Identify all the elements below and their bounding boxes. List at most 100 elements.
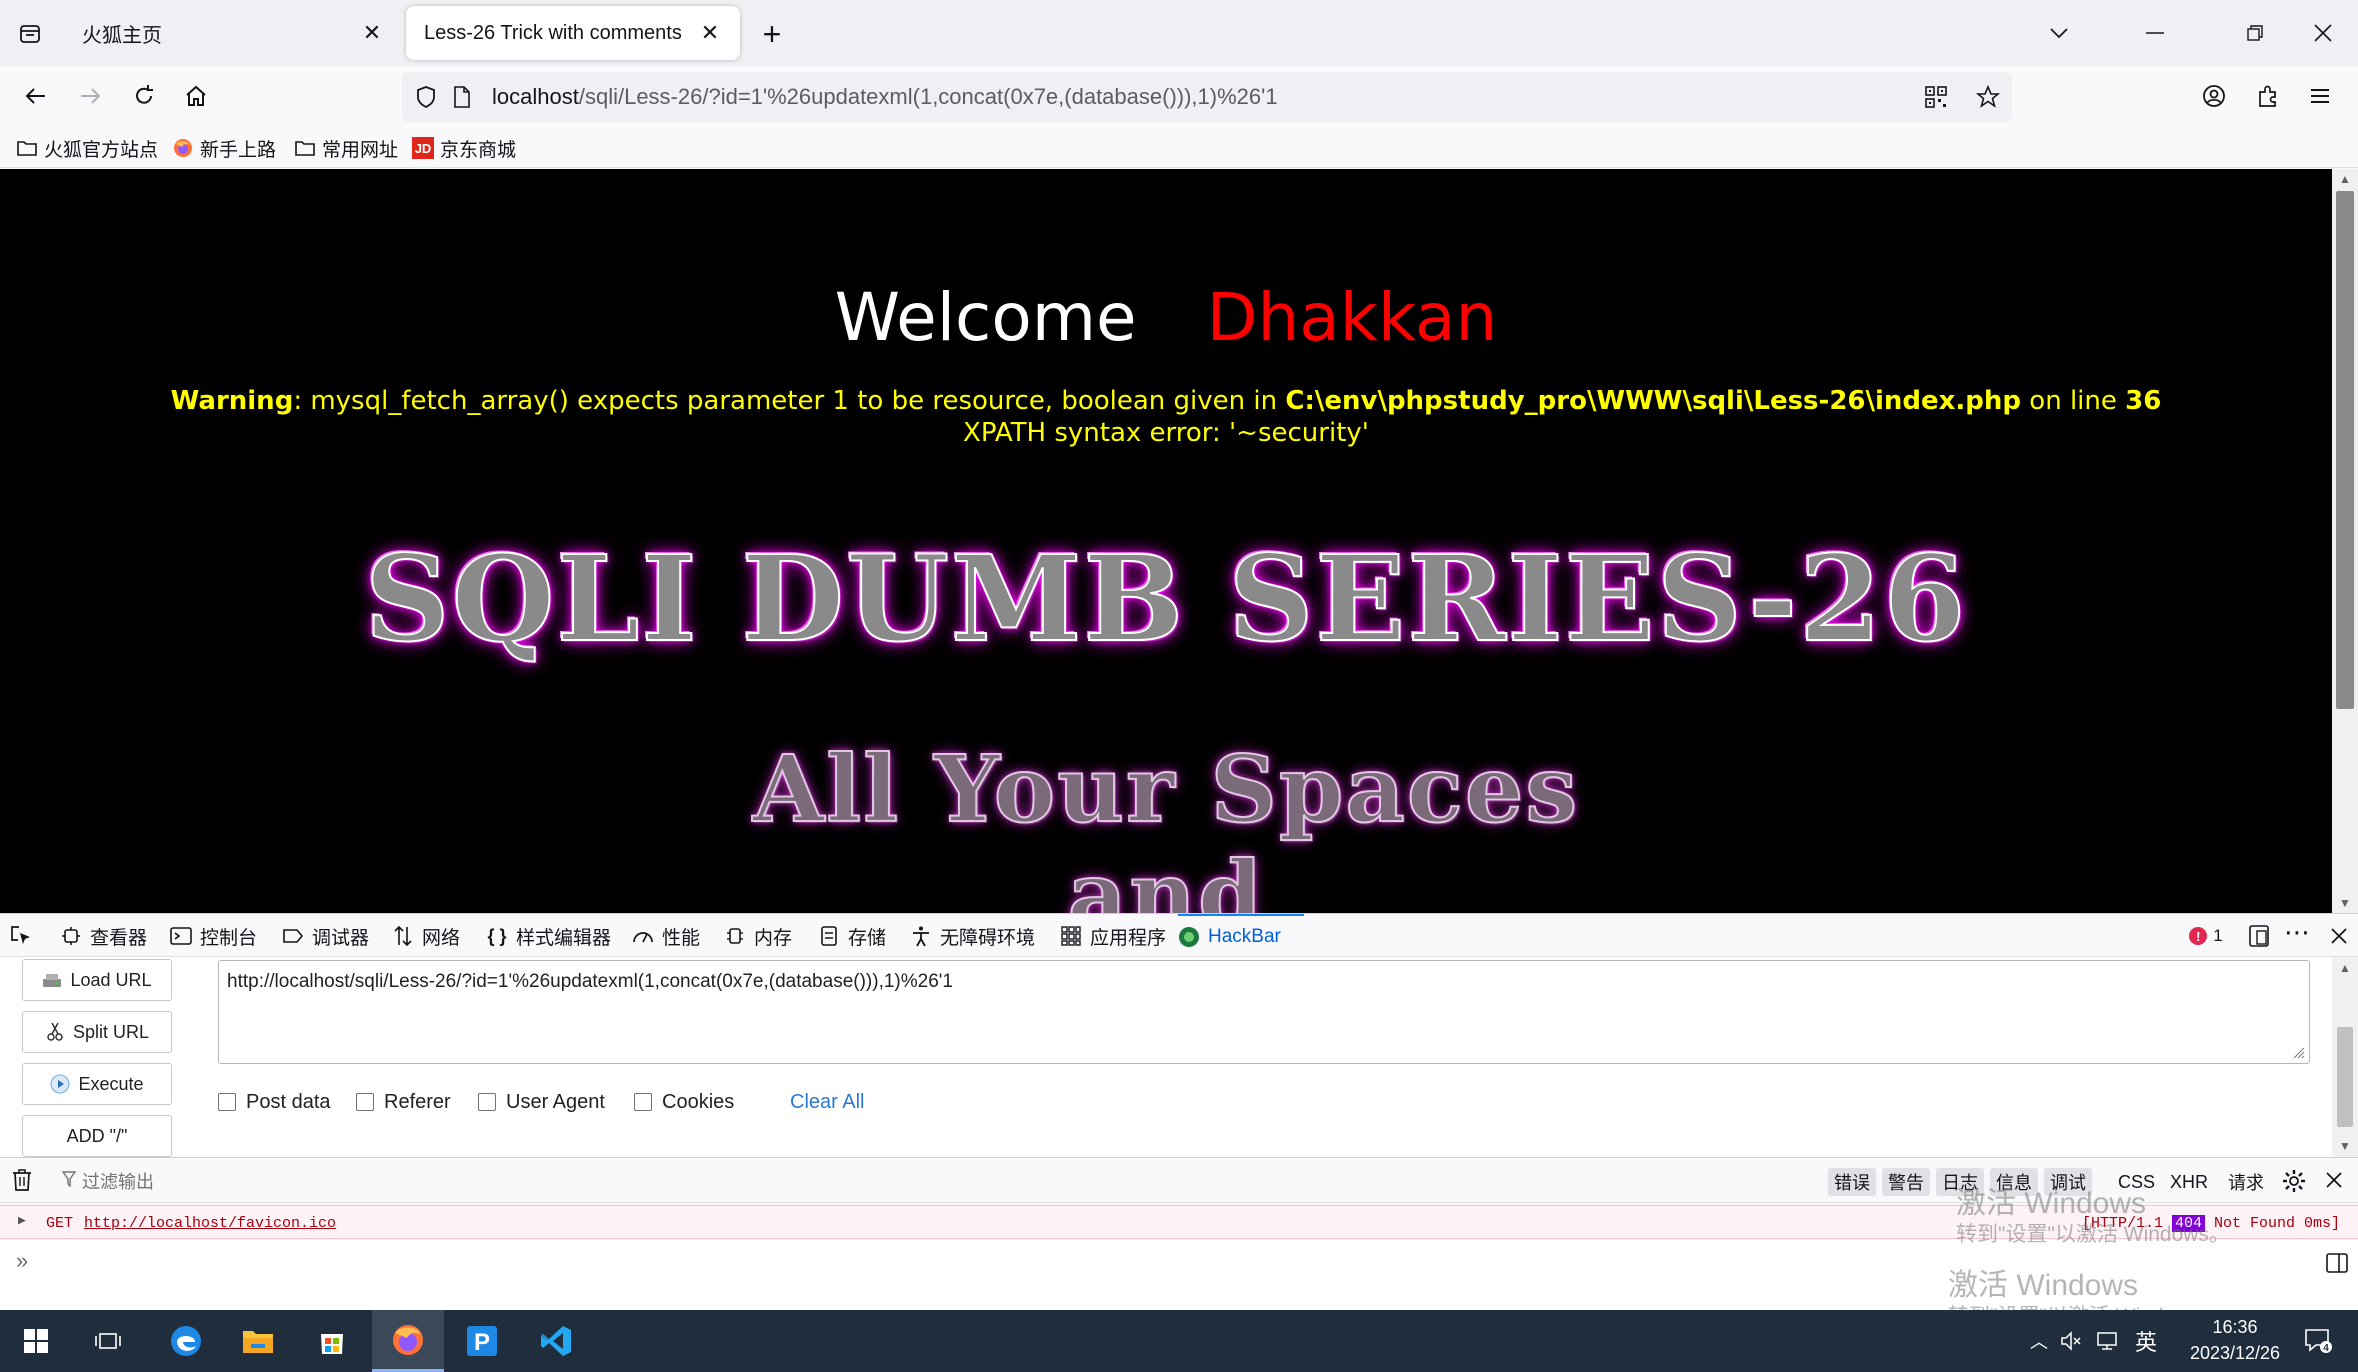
user-agent-checkbox[interactable]: User Agent — [478, 1089, 605, 1115]
error-count[interactable]: ! 1 — [2186, 922, 2226, 950]
new-tab-button[interactable]: + — [752, 14, 792, 54]
responsive-design-icon[interactable] — [2244, 922, 2274, 950]
hackbar-scrollbar[interactable]: ▲ ▼ — [2332, 957, 2358, 1157]
load-url-icon — [42, 970, 62, 990]
tab-debugger[interactable]: 调试器 — [282, 914, 369, 958]
url-text[interactable]: localhost/sqli/Less-26/?id=1'%26updatexm… — [492, 84, 1278, 110]
request-url-link[interactable]: http://localhost/favicon.ico — [84, 1215, 336, 1232]
error-icon: ! — [2189, 927, 2208, 945]
close-icon[interactable]: ✕ — [360, 20, 384, 45]
tab-label: 内存 — [754, 927, 793, 949]
volume-icon[interactable] — [2056, 1310, 2086, 1372]
scroll-down-icon[interactable]: ▼ — [2332, 1135, 2358, 1157]
clear-all-button[interactable]: Clear All — [790, 1089, 864, 1115]
tab-firefox-home[interactable]: 火狐主页 ✕ — [64, 6, 402, 60]
firefox-taskbar-icon[interactable] — [372, 1310, 444, 1372]
vscode-icon[interactable] — [520, 1310, 592, 1372]
back-arrow-icon[interactable] — [16, 76, 56, 116]
tab-storage[interactable]: 存储 — [818, 914, 886, 958]
bookmark-star-icon[interactable] — [1972, 81, 2004, 113]
restore-icon[interactable] — [2232, 10, 2278, 56]
notification-center-icon[interactable]: 4 — [2296, 1310, 2340, 1372]
task-view-icon[interactable] — [72, 1310, 144, 1372]
bookmark-item[interactable]: 火狐官方站点 — [16, 134, 158, 162]
tab-overview-icon[interactable] — [10, 14, 50, 54]
devtools-close-icon[interactable] — [2324, 922, 2354, 950]
performance-icon — [632, 925, 654, 947]
checkbox-icon[interactable] — [356, 1093, 374, 1111]
tab-hackbar[interactable]: HackBar — [1178, 914, 1304, 958]
p-app-icon[interactable]: P — [446, 1310, 518, 1372]
warning-line: Warning: mysql_fetch_array() expects par… — [0, 385, 2332, 417]
scroll-up-icon[interactable]: ▲ — [2332, 957, 2358, 979]
edge-browser-icon[interactable] — [150, 1310, 222, 1372]
file-explorer-icon[interactable] — [222, 1310, 294, 1372]
scrollbar-thumb[interactable] — [2337, 1027, 2353, 1127]
network-tray-icon[interactable] — [2092, 1310, 2122, 1372]
tab-performance[interactable]: 性能 — [632, 914, 700, 958]
tray-overflow-icon[interactable]: ︿ — [2024, 1310, 2054, 1372]
url-bar[interactable]: localhost/sqli/Less-26/?id=1'%26updatexm… — [402, 72, 2012, 122]
checkbox-icon[interactable] — [634, 1093, 652, 1111]
tab-memory[interactable]: 内存 — [724, 914, 792, 958]
bookmark-item[interactable]: 常用网址 — [294, 134, 398, 162]
close-icon[interactable]: ✕ — [698, 20, 722, 45]
tab-less-26[interactable]: Less-26 Trick with comments ✕ — [406, 6, 740, 60]
expand-arrow-icon[interactable]: ▶ — [18, 1213, 26, 1228]
minimize-icon[interactable] — [2132, 10, 2178, 56]
filter-xhr[interactable]: XHR — [2164, 1168, 2214, 1196]
bookmark-item[interactable]: 新手上路 — [172, 134, 276, 162]
chevron-down-icon[interactable] — [2036, 10, 2082, 56]
filter-errors[interactable]: 错误 — [1828, 1168, 1876, 1196]
filter-warnings[interactable]: 警告 — [1882, 1168, 1930, 1196]
page-scrollbar[interactable]: ▲ ▼ — [2332, 169, 2358, 913]
shield-icon[interactable] — [410, 81, 442, 113]
scroll-down-icon[interactable]: ▼ — [2332, 893, 2358, 913]
reload-icon[interactable] — [124, 76, 164, 116]
tab-inspector[interactable]: 查看器 — [60, 914, 147, 958]
bookmark-label: 常用网址 — [322, 139, 399, 161]
more-options-icon[interactable]: ⋯ — [2282, 917, 2312, 947]
console-close-icon[interactable] — [2326, 1172, 2344, 1190]
console-settings-icon[interactable] — [2282, 1169, 2306, 1193]
extensions-icon[interactable] — [2248, 76, 2288, 116]
accessibility-icon — [910, 925, 932, 947]
input-method-indicator[interactable]: 英 — [2128, 1310, 2164, 1372]
application-icon — [1060, 925, 1082, 947]
tab-console[interactable]: 控制台 — [170, 914, 257, 958]
scroll-up-icon[interactable]: ▲ — [2332, 169, 2358, 189]
split-url-button[interactable]: Split URL — [22, 1011, 172, 1053]
qr-code-icon[interactable] — [1920, 81, 1952, 113]
forward-arrow-icon[interactable] — [70, 76, 110, 116]
post-data-checkbox[interactable]: Post data — [218, 1089, 331, 1115]
resize-grip-icon[interactable] — [2291, 1045, 2305, 1059]
referer-checkbox[interactable]: Referer — [356, 1089, 451, 1115]
cookies-checkbox[interactable]: Cookies — [634, 1089, 734, 1115]
checkbox-icon[interactable] — [478, 1093, 496, 1111]
split-console-icon[interactable] — [2326, 1252, 2348, 1274]
filter-requests[interactable]: 请求 — [2222, 1168, 2270, 1196]
load-url-button[interactable]: Load URL — [22, 959, 172, 1001]
home-icon[interactable] — [176, 76, 216, 116]
menu-icon[interactable] — [2300, 76, 2340, 116]
tab-network[interactable]: 网络 — [392, 914, 460, 958]
execute-button[interactable]: Execute — [22, 1063, 172, 1105]
element-picker-icon[interactable] — [10, 914, 40, 958]
page-icon[interactable] — [446, 81, 478, 113]
bookmark-item[interactable]: JD 京东商城 — [412, 134, 516, 162]
tab-style-editor[interactable]: { } 样式编辑器 — [486, 914, 611, 958]
taskbar-clock[interactable]: 16:36 2023/12/26 — [2186, 1314, 2284, 1366]
hackbar-url-input[interactable]: http://localhost/sqli/Less-26/?id=1'%26u… — [218, 960, 2310, 1064]
microsoft-store-icon[interactable] — [296, 1310, 368, 1372]
tab-application[interactable]: 应用程序 — [1060, 914, 1166, 958]
add-slash-button[interactable]: ADD "/" — [22, 1115, 172, 1157]
checkbox-icon[interactable] — [218, 1093, 236, 1111]
tab-accessibility[interactable]: 无障碍环境 — [910, 914, 1035, 958]
trash-icon[interactable] — [12, 1169, 36, 1193]
account-icon[interactable] — [2194, 76, 2234, 116]
window-close-icon[interactable] — [2300, 10, 2346, 56]
windows-start-icon[interactable] — [0, 1310, 72, 1372]
scrollbar-thumb[interactable] — [2336, 191, 2354, 709]
tab-label: HackBar — [1208, 926, 1281, 947]
filter-output-input[interactable]: 过滤输出 — [61, 1168, 154, 1194]
